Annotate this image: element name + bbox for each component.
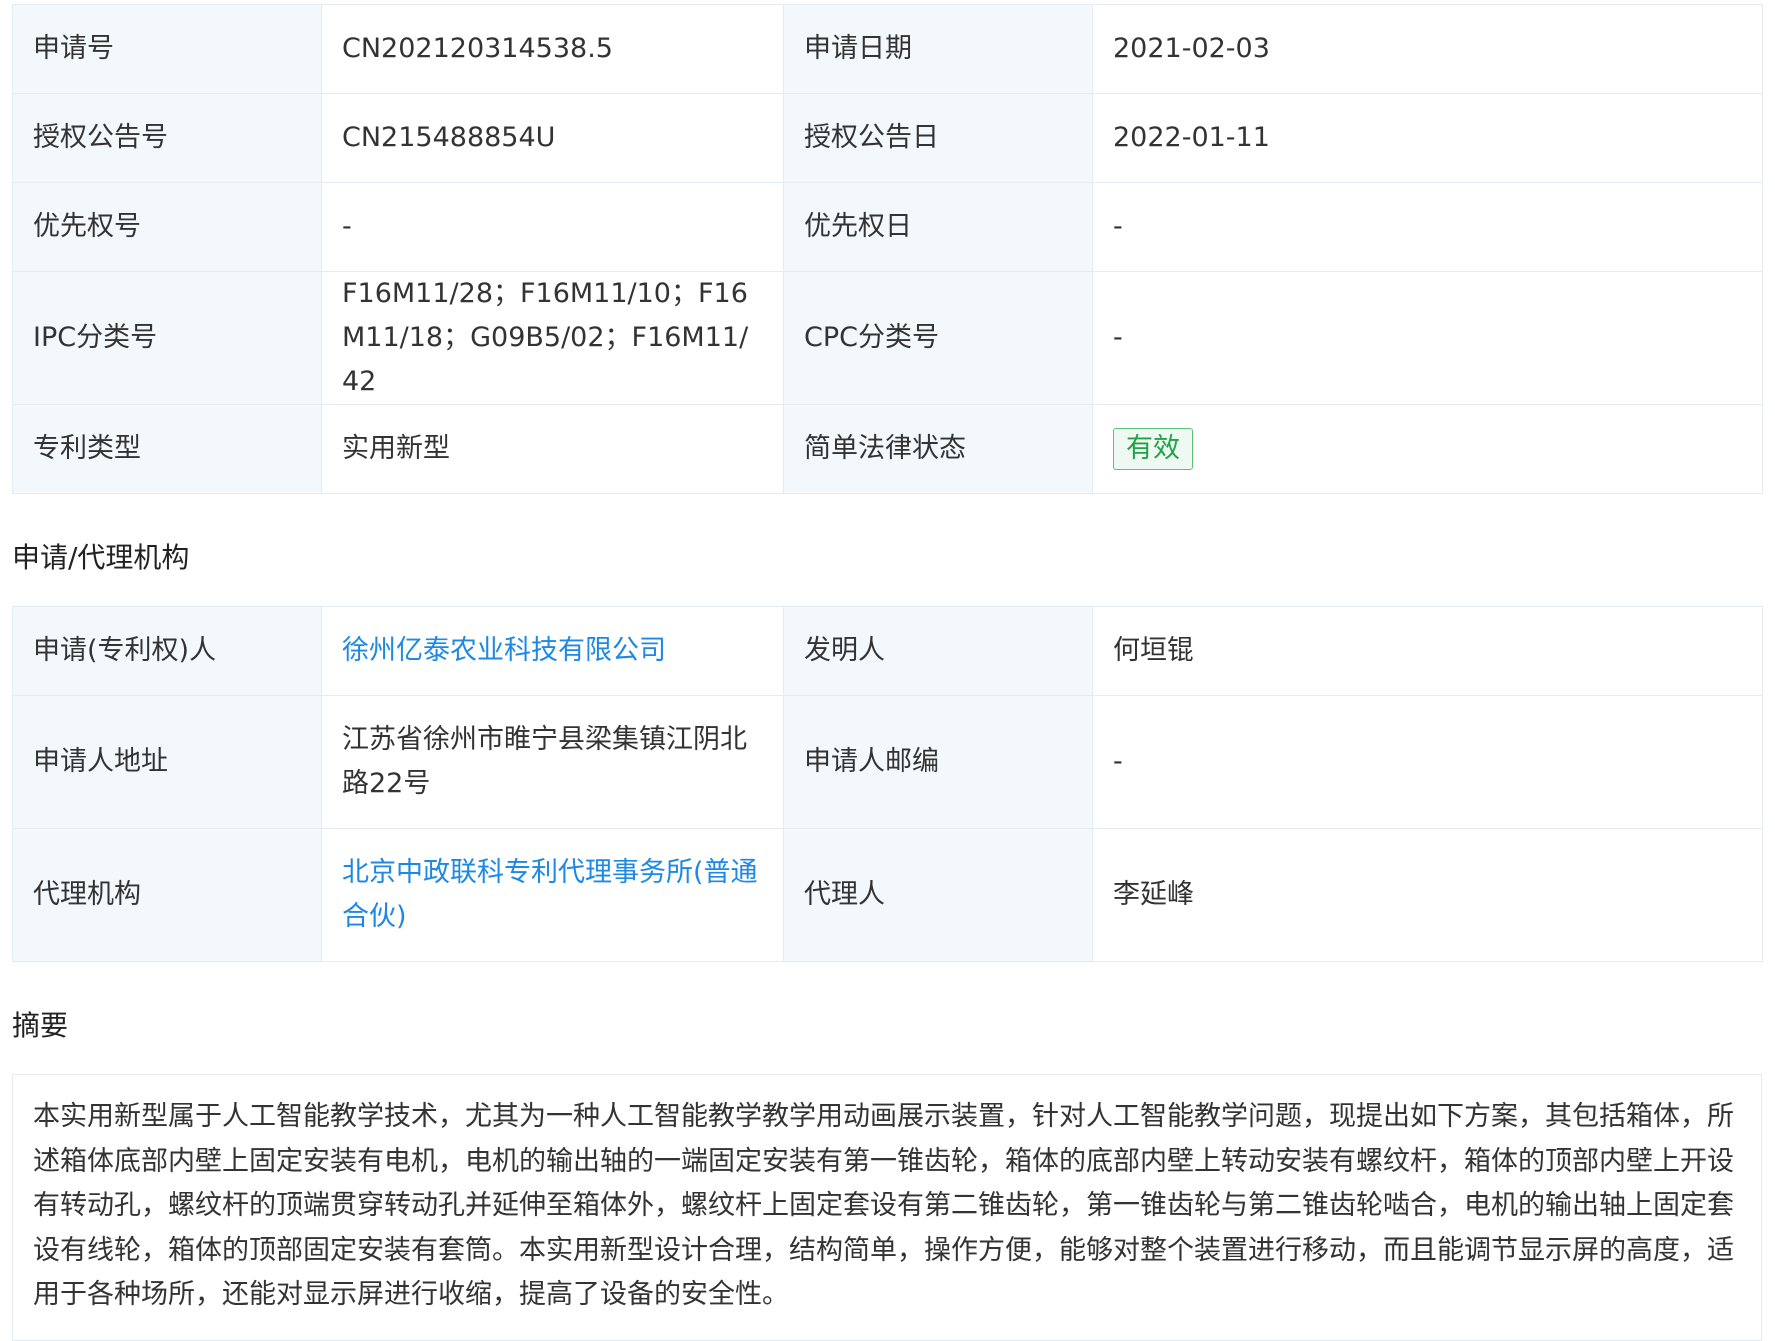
patent-type-value: 实用新型 xyxy=(321,404,784,494)
grant-number-label: 授权公告号 xyxy=(12,93,322,183)
application-number-label: 申请号 xyxy=(12,4,322,94)
cpc-value: - xyxy=(1092,271,1763,405)
table-row: 代理机构 北京中政联科专利代理事务所(普通合伙) 代理人 李延峰 xyxy=(12,828,1763,962)
table-row: 优先权号 - 优先权日 - xyxy=(12,182,1763,272)
legal-status-label: 简单法律状态 xyxy=(783,404,1093,494)
priority-date-label: 优先权日 xyxy=(783,182,1093,272)
status-badge: 有效 xyxy=(1113,428,1193,470)
priority-number-label: 优先权号 xyxy=(12,182,322,272)
applicant-zip-value: - xyxy=(1092,695,1763,829)
applicant-address-value: 江苏省徐州市睢宁县梁集镇江阴北路22号 xyxy=(321,695,784,829)
patent-type-label: 专利类型 xyxy=(12,404,322,494)
applicant-link[interactable]: 徐州亿泰农业科技有限公司 xyxy=(342,635,666,666)
priority-number-value: - xyxy=(321,182,784,272)
basic-info-table: 申请号 CN202120314538.5 申请日期 2021-02-03 授权公… xyxy=(12,4,1763,494)
agency-section-title: 申请/代理机构 xyxy=(12,541,190,574)
application-date-label: 申请日期 xyxy=(783,4,1093,94)
ipc-label: IPC分类号 xyxy=(12,271,322,405)
table-row: 授权公告号 CN215488854U 授权公告日 2022-01-11 xyxy=(12,93,1763,183)
cpc-label: CPC分类号 xyxy=(783,271,1093,405)
table-row: IPC分类号 F16M11/28；F16M11/10；F16M11/18；G09… xyxy=(12,271,1763,405)
applicant-address-label: 申请人地址 xyxy=(12,695,322,829)
agency-table: 申请(专利权)人 徐州亿泰农业科技有限公司 发明人 何垣锟 申请人地址 江苏省徐… xyxy=(12,606,1763,962)
applicant-cell: 徐州亿泰农业科技有限公司 xyxy=(321,606,784,696)
grant-date-label: 授权公告日 xyxy=(783,93,1093,183)
table-row: 专利类型 实用新型 简单法律状态 有效 xyxy=(12,404,1763,494)
ipc-value: F16M11/28；F16M11/10；F16M11/18；G09B5/02；F… xyxy=(321,271,784,405)
agency-label: 代理机构 xyxy=(12,828,322,962)
applicant-label: 申请(专利权)人 xyxy=(12,606,322,696)
patent-detail: 申请号 CN202120314538.5 申请日期 2021-02-03 授权公… xyxy=(12,4,1763,1341)
agent-label: 代理人 xyxy=(783,828,1093,962)
grant-date-value: 2022-01-11 xyxy=(1092,93,1763,183)
grant-number-value: CN215488854U xyxy=(321,93,784,183)
agent-value: 李延峰 xyxy=(1092,828,1763,962)
priority-date-value: - xyxy=(1092,182,1763,272)
legal-status-cell: 有效 xyxy=(1092,404,1763,494)
table-row: 申请号 CN202120314538.5 申请日期 2021-02-03 xyxy=(12,4,1763,94)
application-number-value: CN202120314538.5 xyxy=(321,4,784,94)
table-row: 申请人地址 江苏省徐州市睢宁县梁集镇江阴北路22号 申请人邮编 - xyxy=(12,695,1763,829)
table-row: 申请(专利权)人 徐州亿泰农业科技有限公司 发明人 何垣锟 xyxy=(12,606,1763,696)
agency-link[interactable]: 北京中政联科专利代理事务所(普通合伙) xyxy=(342,857,758,932)
applicant-zip-label: 申请人邮编 xyxy=(783,695,1093,829)
abstract-text: 本实用新型属于人工智能教学技术，尤其为一种人工智能教学教学用动画展示装置，针对人… xyxy=(12,1074,1762,1341)
inventor-label: 发明人 xyxy=(783,606,1093,696)
agency-cell: 北京中政联科专利代理事务所(普通合伙) xyxy=(321,828,784,962)
inventor-value: 何垣锟 xyxy=(1092,606,1763,696)
abstract-section-title: 摘要 xyxy=(12,1009,69,1042)
application-date-value: 2021-02-03 xyxy=(1092,4,1763,94)
